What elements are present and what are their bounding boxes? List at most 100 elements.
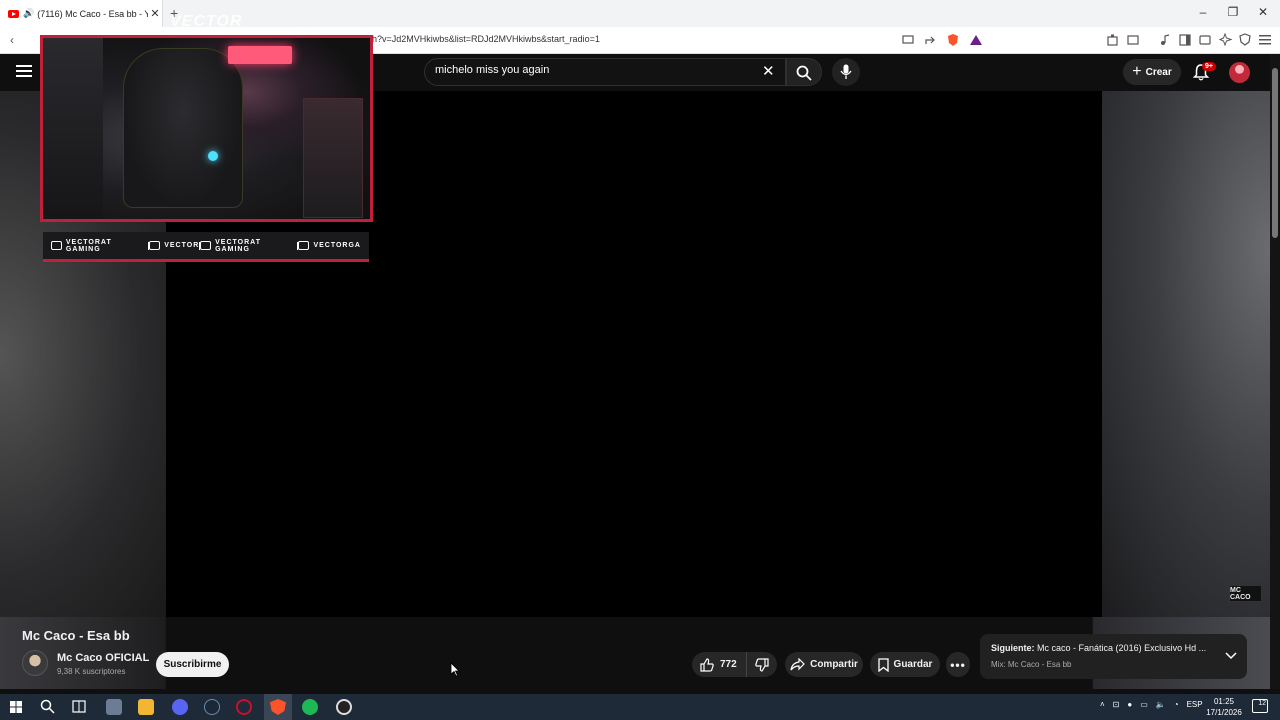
ambient-right xyxy=(1102,91,1270,617)
gaming-chair xyxy=(123,48,243,208)
clear-search-icon[interactable]: ✕ xyxy=(762,62,775,80)
taskbar-clock[interactable]: 01:25 17/1/2026 xyxy=(1202,696,1246,718)
close-tab-icon[interactable]: ✕ xyxy=(148,7,162,20)
create-button[interactable]: + Crear xyxy=(1123,59,1181,85)
maximize-icon[interactable]: ❐ xyxy=(1218,5,1248,19)
vm-app-icon[interactable] xyxy=(106,699,122,715)
vpn-shield-icon[interactable] xyxy=(1239,33,1251,46)
create-label: Crear xyxy=(1145,66,1172,78)
extensions-icon[interactable] xyxy=(1107,34,1119,46)
tab-title: (7116) Mc Caco - Esa bb - Yo xyxy=(37,8,148,19)
brave-rewards-icon[interactable] xyxy=(969,34,983,46)
tray-overflow-icon[interactable]: ˄ xyxy=(1100,700,1105,709)
wallet-icon[interactable] xyxy=(1127,34,1139,46)
voice-search-button[interactable] xyxy=(832,58,860,86)
url-field[interactable]: h?v=Jd2MVHkiwbs&list=RDJd2MVHkiwbs&start… xyxy=(372,34,600,44)
webcam-shelf xyxy=(43,38,103,219)
steam-app-icon[interactable] xyxy=(204,699,220,715)
media-icon[interactable] xyxy=(1159,34,1171,46)
search-box[interactable] xyxy=(424,58,786,86)
up-next-label: Siguiente: Mc caco - Fanática (2016) Exc… xyxy=(991,643,1216,653)
back-icon[interactable]: ‹ xyxy=(10,33,14,47)
subscriber-count: 9,38 K suscriptores xyxy=(57,667,126,676)
tray-language[interactable]: ESP xyxy=(1187,700,1203,709)
tray-mic-icon[interactable]: ● xyxy=(1127,700,1132,709)
taskbar-search-icon[interactable] xyxy=(40,699,55,714)
wallet-card-icon[interactable] xyxy=(1199,34,1211,46)
search-icon xyxy=(796,65,812,81)
account-avatar[interactable] xyxy=(1229,62,1250,83)
twitter-social-icon xyxy=(200,241,212,250)
leo-ai-icon[interactable] xyxy=(1219,33,1232,46)
like-dislike-group: 772 xyxy=(692,652,777,677)
dislike-button[interactable] xyxy=(747,652,777,677)
file-explorer-icon[interactable] xyxy=(138,699,154,715)
page-scrollbar[interactable] xyxy=(1270,54,1280,689)
search-button[interactable] xyxy=(786,58,822,86)
tray-network-icon[interactable]: ▭ xyxy=(1140,700,1148,709)
search-input[interactable] xyxy=(435,64,755,76)
discord-app-icon[interactable] xyxy=(172,699,188,715)
twitch-social-label: VECTOR xyxy=(164,242,200,249)
channel-name[interactable]: Mc Caco OFICIAL xyxy=(57,652,149,664)
channel-avatar[interactable] xyxy=(22,650,48,676)
share-icon xyxy=(790,658,805,671)
speaker-icon[interactable]: 🔊 xyxy=(23,8,34,19)
instagram-social: VECTORGA xyxy=(298,241,361,250)
controller-light xyxy=(208,151,218,161)
youtube-favicon-icon xyxy=(8,9,19,18)
tray-volume-icon[interactable]: 🔈 xyxy=(1156,700,1166,709)
up-next-mix: Mix: Mc Caco - Esa bb xyxy=(991,660,1072,669)
obs-app-icon[interactable] xyxy=(336,699,352,715)
brave-shield-icon[interactable] xyxy=(946,33,960,47)
spotify-app-icon[interactable] xyxy=(302,699,318,715)
arcade-cabinet xyxy=(303,98,363,218)
share-button[interactable]: Compartir xyxy=(785,652,863,677)
tray-app-icon[interactable]: ⊡ xyxy=(1113,700,1120,709)
notification-center-icon[interactable]: 12 xyxy=(1252,699,1268,713)
save-label: Guardar xyxy=(893,659,933,670)
cast-icon[interactable] xyxy=(902,35,914,45)
task-view-icon[interactable] xyxy=(72,700,86,713)
browser-menu-icon[interactable] xyxy=(1259,35,1271,45)
subscribe-button[interactable]: Suscribirme xyxy=(156,652,229,677)
chevron-down-icon[interactable] xyxy=(1224,648,1238,662)
mouse-cursor-icon xyxy=(450,662,460,677)
notification-center-count: 12 xyxy=(1258,700,1266,707)
bookmark-icon xyxy=(877,657,889,672)
youtube-social-icon xyxy=(51,241,62,250)
webcam-overlay xyxy=(40,35,373,222)
thumbs-down-icon xyxy=(755,657,769,672)
windows-taskbar xyxy=(0,694,1280,720)
like-button[interactable]: 772 xyxy=(692,652,747,677)
clock-date: 17/1/2026 xyxy=(1206,708,1242,717)
browser-tab[interactable]: 🔊 (7116) Mc Caco - Esa bb - Yo ✕ xyxy=(0,0,163,27)
twitch-social: VECTOR xyxy=(149,241,199,250)
plus-icon: + xyxy=(1132,63,1142,80)
save-button[interactable]: Guardar xyxy=(870,652,940,677)
window-close-icon[interactable]: ✕ xyxy=(1248,5,1278,19)
channel-watermark[interactable]: MC CACO xyxy=(1229,585,1262,602)
notification-badge: 9+ xyxy=(1202,62,1216,71)
opera-app-icon[interactable] xyxy=(236,699,252,715)
share-label: Compartir xyxy=(810,659,858,670)
system-tray: ˄ ⊡ ● ▭ 🔈 ◔ ESP xyxy=(1100,700,1203,709)
youtube-social: VECTORAT GAMING xyxy=(51,239,148,253)
more-icon: ••• xyxy=(950,657,966,672)
up-next-prefix: Siguiente: xyxy=(991,643,1035,653)
minimize-icon[interactable]: – xyxy=(1188,5,1218,19)
share-page-icon[interactable] xyxy=(924,34,936,46)
like-count: 772 xyxy=(720,659,737,670)
menu-icon[interactable] xyxy=(16,65,32,77)
twitch-social-icon xyxy=(149,241,161,250)
thumbs-up-icon xyxy=(700,657,714,672)
instagram-social-label: VECTORGA xyxy=(313,242,361,249)
scroll-thumb[interactable] xyxy=(1272,68,1278,238)
tray-wifi-icon[interactable]: ◔ xyxy=(1174,700,1179,709)
sidebar-icon[interactable] xyxy=(1179,34,1191,46)
up-next-card[interactable]: Siguiente: Mc caco - Fanática (2016) Exc… xyxy=(980,634,1247,679)
windows-start-icon[interactable] xyxy=(10,701,22,713)
overlay-socials: VECTORAT GAMING VECTOR VECTORAT GAMING V… xyxy=(43,232,369,262)
overlay-brand: VECTOR xyxy=(170,13,243,30)
more-actions-button[interactable]: ••• xyxy=(946,652,970,677)
